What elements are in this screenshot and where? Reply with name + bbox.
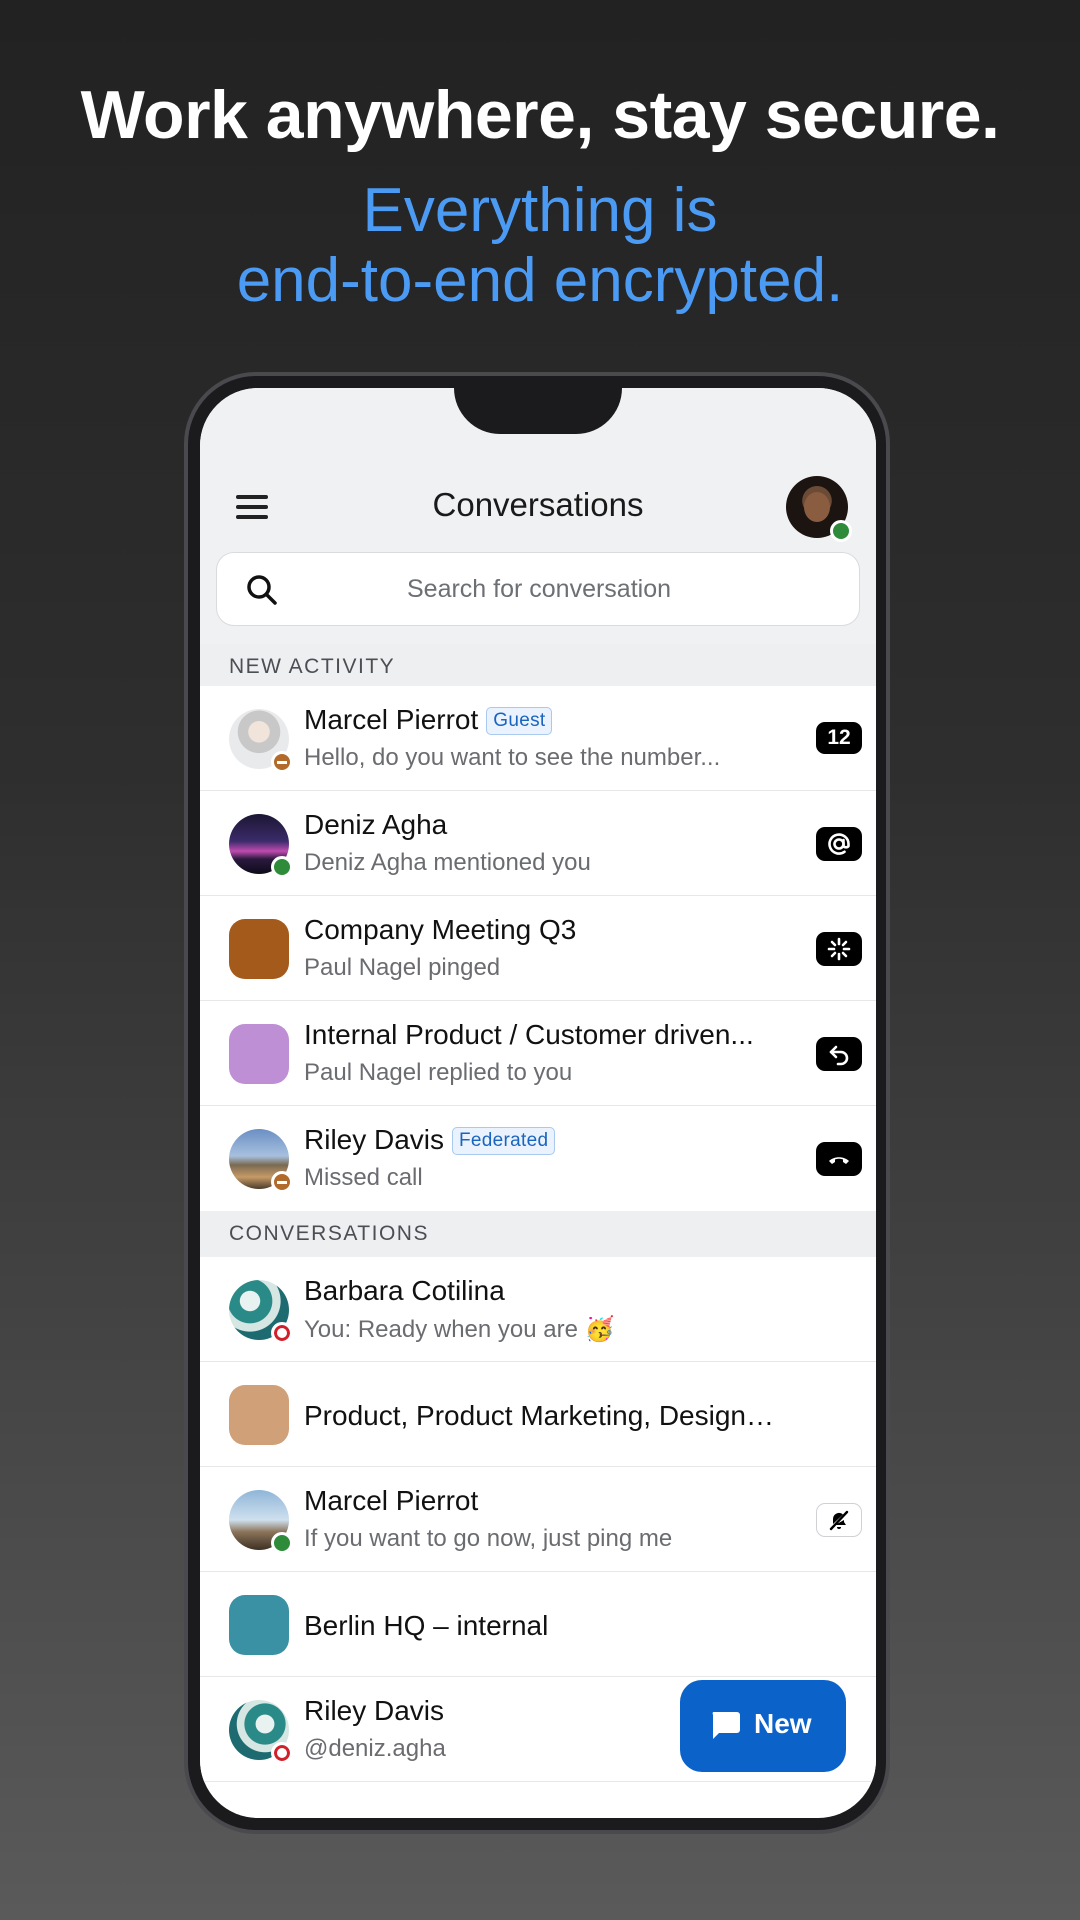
- conversation-preview: @deniz.agha: [304, 1735, 446, 1762]
- conversation-name: Marcel Pierrot Guest: [304, 704, 553, 736]
- promo-subline-2: end-to-end encrypted.: [236, 246, 844, 315]
- conversation-preview: Hello, do you want to see the number...: [304, 744, 721, 771]
- avatar: [229, 1385, 289, 1445]
- phone-screen: Conversations Search for conversation NE…: [200, 388, 876, 1818]
- busy-status-icon: [271, 1322, 293, 1344]
- page-title: Conversations: [432, 486, 644, 523]
- search-placeholder: Search for conversation: [406, 575, 672, 603]
- section-conversations: CONVERSATIONS: [200, 1211, 876, 1257]
- avatar: [229, 814, 293, 878]
- do-not-disturb-status-icon: [271, 751, 293, 773]
- guest-badge: Guest: [486, 707, 553, 735]
- reply-icon: [816, 1037, 862, 1071]
- list-item[interactable]: Barbara Cotilina You: Ready when you are…: [200, 1257, 876, 1362]
- promo-subline-1: Everything is: [362, 176, 718, 245]
- conversation-preview: You: Ready when you are 🥳: [304, 1316, 615, 1343]
- conversation-name: Berlin HQ – internal: [304, 1610, 549, 1641]
- avatar: [229, 919, 289, 979]
- conversation-name: Riley Davis Federated: [304, 1124, 556, 1156]
- avatar: [229, 1280, 293, 1344]
- conversation-preview: Paul Nagel replied to you: [304, 1059, 573, 1086]
- list-item[interactable]: Deniz Agha Deniz Agha mentioned you: [200, 791, 876, 896]
- list-item[interactable]: Internal Product / Customer driven... Pa…: [200, 1001, 876, 1106]
- ping-icon: [816, 932, 862, 966]
- conversation-name: Marcel Pierrot: [304, 1485, 479, 1516]
- avatar: [229, 1024, 289, 1084]
- conversation-name: Barbara Cotilina: [304, 1275, 505, 1306]
- list-item[interactable]: Product, Product Marketing, Design…: [200, 1362, 876, 1467]
- list-item[interactable]: Marcel Pierrot Guest Hello, do you want t…: [200, 686, 876, 791]
- new-button-label: New: [754, 1708, 812, 1739]
- conversation-name: Deniz Agha: [304, 809, 448, 840]
- phone-notch: [454, 388, 622, 434]
- conversation-preview: Missed call: [304, 1164, 423, 1191]
- conversation-preview: If you want to go now, just ping me: [304, 1525, 673, 1552]
- muted-bell-icon: [816, 1503, 862, 1537]
- list-item[interactable]: Marcel Pierrot If you want to go now, ju…: [200, 1467, 876, 1572]
- search-input[interactable]: Search for conversation: [216, 552, 860, 626]
- conversation-name: Internal Product / Customer driven...: [304, 1019, 754, 1050]
- avatar: [229, 1129, 293, 1193]
- avatar: [229, 1595, 289, 1655]
- conversation-name: Riley Davis: [304, 1695, 445, 1726]
- missed-call-icon: [816, 1142, 862, 1176]
- chat-bubble-icon: [712, 1712, 740, 1739]
- busy-status-icon: [271, 1742, 293, 1764]
- promo-headline: Work anywhere, stay secure.: [80, 77, 1000, 153]
- conversation-name: Company Meeting Q3: [304, 914, 577, 945]
- user-avatar[interactable]: [786, 476, 852, 542]
- unread-count-badge: 12: [816, 722, 862, 754]
- online-status-icon: [830, 520, 852, 542]
- at-mention-icon: [816, 827, 862, 861]
- avatar: [229, 1700, 293, 1764]
- list-item[interactable]: Riley Davis Federated Missed call: [200, 1106, 876, 1211]
- list-item[interactable]: Company Meeting Q3 Paul Nagel pinged: [200, 896, 876, 1001]
- conversation-preview: Deniz Agha mentioned you: [304, 849, 591, 876]
- list-item[interactable]: Berlin HQ – internal: [200, 1572, 876, 1677]
- avatar: [229, 709, 293, 773]
- new-conversation-button[interactable]: New: [680, 1680, 846, 1772]
- conversation-name: Product, Product Marketing, Design…: [304, 1400, 774, 1431]
- promo-subline: Everything is end-to-end encrypted.: [0, 176, 1080, 316]
- federated-badge: Federated: [452, 1127, 556, 1155]
- online-status-icon: [271, 856, 293, 878]
- do-not-disturb-status-icon: [271, 1171, 293, 1193]
- online-status-icon: [271, 1532, 293, 1554]
- conversation-preview: Paul Nagel pinged: [304, 954, 501, 981]
- avatar: [229, 1490, 293, 1554]
- section-new-activity: NEW ACTIVITY: [200, 644, 876, 690]
